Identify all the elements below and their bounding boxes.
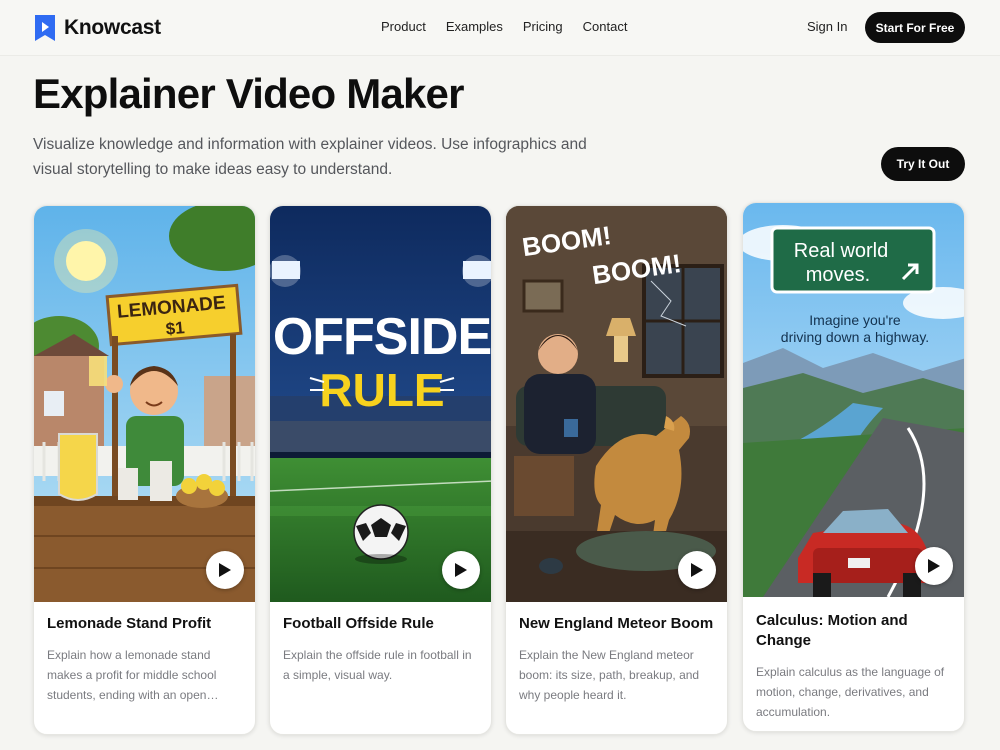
nav-link-product[interactable]: Product xyxy=(381,19,426,34)
page-title: Explainer Video Maker xyxy=(33,70,464,117)
play-button[interactable] xyxy=(206,551,244,589)
hero-subtitle: Visualize knowledge and information with… xyxy=(33,136,587,178)
card-title[interactable]: Calculus: Motion and Change xyxy=(756,611,951,651)
logo-play-icon xyxy=(35,15,55,41)
thumb-text-imagine: Imagine you're xyxy=(809,312,901,328)
thumb-text-rule: RULE xyxy=(319,364,444,416)
thumb-text-highway: driving down a highway. xyxy=(781,329,929,345)
play-icon xyxy=(455,563,467,577)
try-it-out-button[interactable]: Try It Out xyxy=(881,147,965,181)
nav-link-pricing[interactable]: Pricing xyxy=(523,19,563,34)
thumb-text-moves: moves. xyxy=(806,264,870,286)
nav-link-contact[interactable]: Contact xyxy=(583,19,628,34)
card-thumbnail[interactable]: Real world moves. Imagine you're driving… xyxy=(743,203,964,597)
example-card-meteor[interactable]: BOOM! BOOM! New England Meteor Boom Expl… xyxy=(505,205,728,735)
card-description: Explain how a lemonade stand makes a pro… xyxy=(47,648,219,702)
example-card-calculus[interactable]: Real world moves. Imagine you're driving… xyxy=(742,202,965,732)
card-title[interactable]: New England Meteor Boom xyxy=(519,614,714,634)
play-button[interactable] xyxy=(442,551,480,589)
thumb-text-price: $1 xyxy=(165,318,186,339)
play-icon xyxy=(219,563,231,577)
card-thumbnail[interactable]: OFFSIDE RULE xyxy=(270,206,491,602)
card-description: Explain the New England meteor boom: its… xyxy=(519,648,700,702)
brand-name: Knowcast xyxy=(64,16,161,39)
thumb-text-real-world: Real world xyxy=(794,240,888,262)
play-icon xyxy=(691,563,703,577)
card-description: Explain the offside rule in football in … xyxy=(283,648,472,682)
card-title[interactable]: Football Offside Rule xyxy=(283,614,478,634)
play-icon xyxy=(928,559,940,573)
play-button[interactable] xyxy=(915,547,953,585)
card-thumbnail[interactable]: LEMONADE $1 xyxy=(34,206,255,602)
card-thumbnail[interactable]: BOOM! BOOM! xyxy=(506,206,727,602)
example-card-lemonade[interactable]: LEMONADE $1 Lemonade Stand Profit Explai… xyxy=(33,205,256,735)
top-navbar: Knowcast Product Examples Pricing Contac… xyxy=(0,0,1000,56)
nav-link-examples[interactable]: Examples xyxy=(446,19,503,34)
card-title[interactable]: Lemonade Stand Profit xyxy=(47,614,242,634)
thumb-text-offside: OFFSIDE xyxy=(273,308,491,366)
play-button[interactable] xyxy=(678,551,716,589)
sign-in-link[interactable]: Sign In xyxy=(807,19,847,34)
card-description: Explain calculus as the language of moti… xyxy=(756,665,945,719)
start-for-free-button[interactable]: Start For Free xyxy=(865,12,965,43)
example-card-football[interactable]: OFFSIDE RULE Football Offside Rule Expla… xyxy=(269,205,492,735)
brand-logo[interactable]: Knowcast xyxy=(33,13,161,43)
